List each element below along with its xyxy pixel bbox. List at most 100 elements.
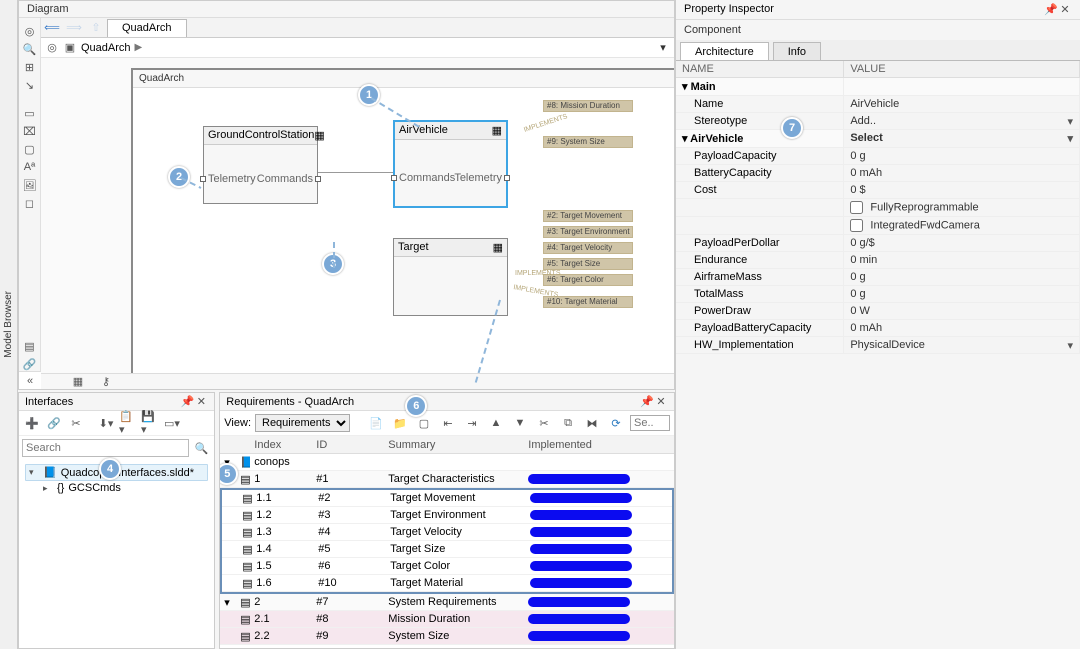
block-airvehicle[interactable]: AirVehicle▦ Commands Telemetry (393, 120, 508, 208)
crumb-target-icon[interactable]: ◎ (45, 41, 59, 55)
cut-icon[interactable]: ✂ (534, 414, 554, 432)
zoom-icon[interactable]: 🔍 (23, 42, 37, 56)
prop-value[interactable]: 0 g (844, 148, 1080, 165)
req-row[interactable]: ▤1.2#3Target Environment (222, 507, 672, 524)
promote-icon[interactable]: ⇤ (438, 414, 458, 432)
prop-value[interactable]: 0 mAh (844, 165, 1080, 182)
search-icon[interactable]: 🔍 (191, 439, 211, 457)
add-interface-icon[interactable]: ➕ (22, 414, 42, 432)
req-row[interactable]: ▾▤2#7System Requirements (220, 594, 674, 611)
req-flag[interactable]: #2: Target Movement (543, 210, 633, 222)
rect-icon[interactable]: ▭ (23, 106, 37, 120)
req-flag[interactable]: #8: Mission Duration (543, 100, 633, 112)
delete-icon[interactable]: ▢ (414, 414, 434, 432)
port-gcs-commands[interactable]: Commands (257, 173, 321, 185)
col-index[interactable]: Index (250, 438, 312, 452)
prop-value[interactable]: PhysicalDevice (844, 337, 1080, 354)
req-row[interactable]: ▾▤1#1Target Characteristics (220, 471, 674, 488)
import-icon[interactable]: ⬇▾ (96, 414, 116, 432)
add-icon[interactable]: ⊞ (23, 60, 37, 74)
req-row[interactable]: ▤1.3#4Target Velocity (222, 524, 672, 541)
demote-icon[interactable]: ⇥ (462, 414, 482, 432)
model-browser-strip[interactable]: Model Browser (0, 0, 18, 649)
image-icon[interactable]: 🖼 (23, 178, 37, 192)
pin-icon[interactable]: 📌 (1044, 3, 1058, 16)
req-row[interactable]: ▤1.1#2Target Movement (222, 490, 672, 507)
col-summary[interactable]: Summary (384, 438, 524, 452)
breadcrumb-root[interactable]: QuadArch (81, 42, 131, 54)
req-flag[interactable]: #3: Target Environment (543, 226, 633, 238)
tab-quadarch[interactable]: QuadArch (107, 19, 187, 37)
close-icon[interactable]: ✕ (194, 395, 208, 408)
pi-tab-info[interactable]: Info (773, 42, 821, 60)
req-flag[interactable]: #9: System Size (543, 136, 633, 148)
pin-icon[interactable]: 📌 (180, 395, 194, 408)
req-root[interactable]: ▾📘 conops 5 (220, 454, 674, 471)
folder-icon[interactable]: 📁 (390, 414, 410, 432)
prop-checkbox[interactable]: FullyReprogrammable (844, 199, 1080, 217)
view-select[interactable]: Requirements (255, 414, 350, 432)
link-icon[interactable]: 🔗 (44, 414, 64, 432)
req-row[interactable]: ▤1.5#6Target Color (222, 558, 672, 575)
col-id[interactable]: ID (312, 438, 384, 452)
implemented-bar (528, 614, 630, 624)
req-flag[interactable]: #5: Target Size (543, 258, 633, 270)
col-implemented[interactable]: Implemented (524, 438, 634, 452)
filter-icon[interactable]: ▭▾ (162, 414, 182, 432)
block-gcs[interactable]: GroundControlStation▦ Telemetry Commands (203, 126, 318, 204)
shape-icon[interactable]: ◻ (23, 196, 37, 210)
connector-icon[interactable]: ↘ (23, 78, 37, 92)
footer-grid-icon[interactable]: ▦ (71, 374, 85, 388)
close-icon[interactable]: ✕ (654, 395, 668, 408)
collapse-icon[interactable]: « (23, 374, 37, 388)
req-flag[interactable]: #4: Target Velocity (543, 242, 633, 254)
refresh-icon[interactable]: ⟳ (606, 414, 626, 432)
new-req-icon[interactable]: 📄 (366, 414, 386, 432)
port-air-telemetry[interactable]: Telemetry (454, 172, 510, 184)
footer-tree-icon[interactable]: ⚷ (99, 374, 113, 388)
req-icon: ▤ (238, 542, 252, 557)
prop-value[interactable]: 0 min (844, 252, 1080, 269)
block-target[interactable]: Target▦ (393, 238, 508, 316)
prop-value[interactable]: 0 $ (844, 182, 1080, 199)
prop-value[interactable]: 0 g (844, 269, 1080, 286)
pi-tab-architecture[interactable]: Architecture (680, 42, 769, 60)
paste-icon[interactable]: 📋▾ (118, 414, 138, 432)
down-icon[interactable]: ▼ (510, 414, 530, 432)
close-icon[interactable]: ✕ (1058, 3, 1072, 16)
prop-value[interactable]: 0 g (844, 286, 1080, 303)
req-row[interactable]: ▤2.2#9System Size (220, 628, 674, 645)
link-icon[interactable]: 🔗 (23, 357, 37, 371)
pin-icon[interactable]: 📌 (640, 395, 654, 408)
views-icon[interactable]: ▤ (23, 339, 37, 353)
prop-stereotype-dropdown[interactable]: Add.. (844, 113, 1080, 130)
prop-checkbox[interactable]: IntegratedFwdCamera (844, 217, 1080, 235)
nav-back-icon[interactable]: ⟸ (41, 18, 63, 37)
label-icon[interactable]: ⌧ (23, 124, 37, 138)
req-row[interactable]: ▤1.6#10Target Material (222, 575, 672, 592)
annotation-icon[interactable]: Aª (23, 160, 37, 174)
fit-icon[interactable]: ◎ (23, 24, 37, 38)
diagram-canvas[interactable]: QuadArch GroundControlStation▦ Telemetry… (41, 58, 674, 373)
cut-icon[interactable]: ✂ (66, 414, 86, 432)
req-row[interactable]: ▤1.4#5Target Size (222, 541, 672, 558)
tree-item-gcscmds[interactable]: ▸ {} GCSCmds (25, 481, 208, 495)
save-icon[interactable]: 💾▾ (140, 414, 160, 432)
chain-icon[interactable]: ⧓ (582, 414, 602, 432)
box-icon[interactable]: ▢ (23, 142, 37, 156)
port-air-commands[interactable]: Commands (391, 172, 455, 184)
tree-item-sldd[interactable]: ▾ 📘 QuadcopterInterfaces.sldd* (25, 464, 208, 481)
prop-airvehicle-dropdown[interactable]: Select (844, 130, 1080, 148)
pi-subtitle[interactable]: Component (676, 20, 1080, 40)
req-row[interactable]: ▤2.1#8Mission Duration (220, 611, 674, 628)
copy-icon[interactable]: ⧉ (558, 414, 578, 432)
prop-name-value[interactable]: AirVehicle (844, 96, 1080, 113)
port-gcs-telemetry[interactable]: Telemetry (200, 173, 256, 185)
up-icon[interactable]: ▲ (486, 414, 506, 432)
interfaces-search-input[interactable] (22, 439, 189, 457)
requirements-search-input[interactable] (630, 415, 670, 431)
breadcrumb-dropdown-icon[interactable]: ▾ (656, 41, 670, 54)
prop-value[interactable]: 0 mAh (844, 320, 1080, 337)
prop-value[interactable]: 0 g/$ (844, 235, 1080, 252)
prop-value[interactable]: 0 W (844, 303, 1080, 320)
